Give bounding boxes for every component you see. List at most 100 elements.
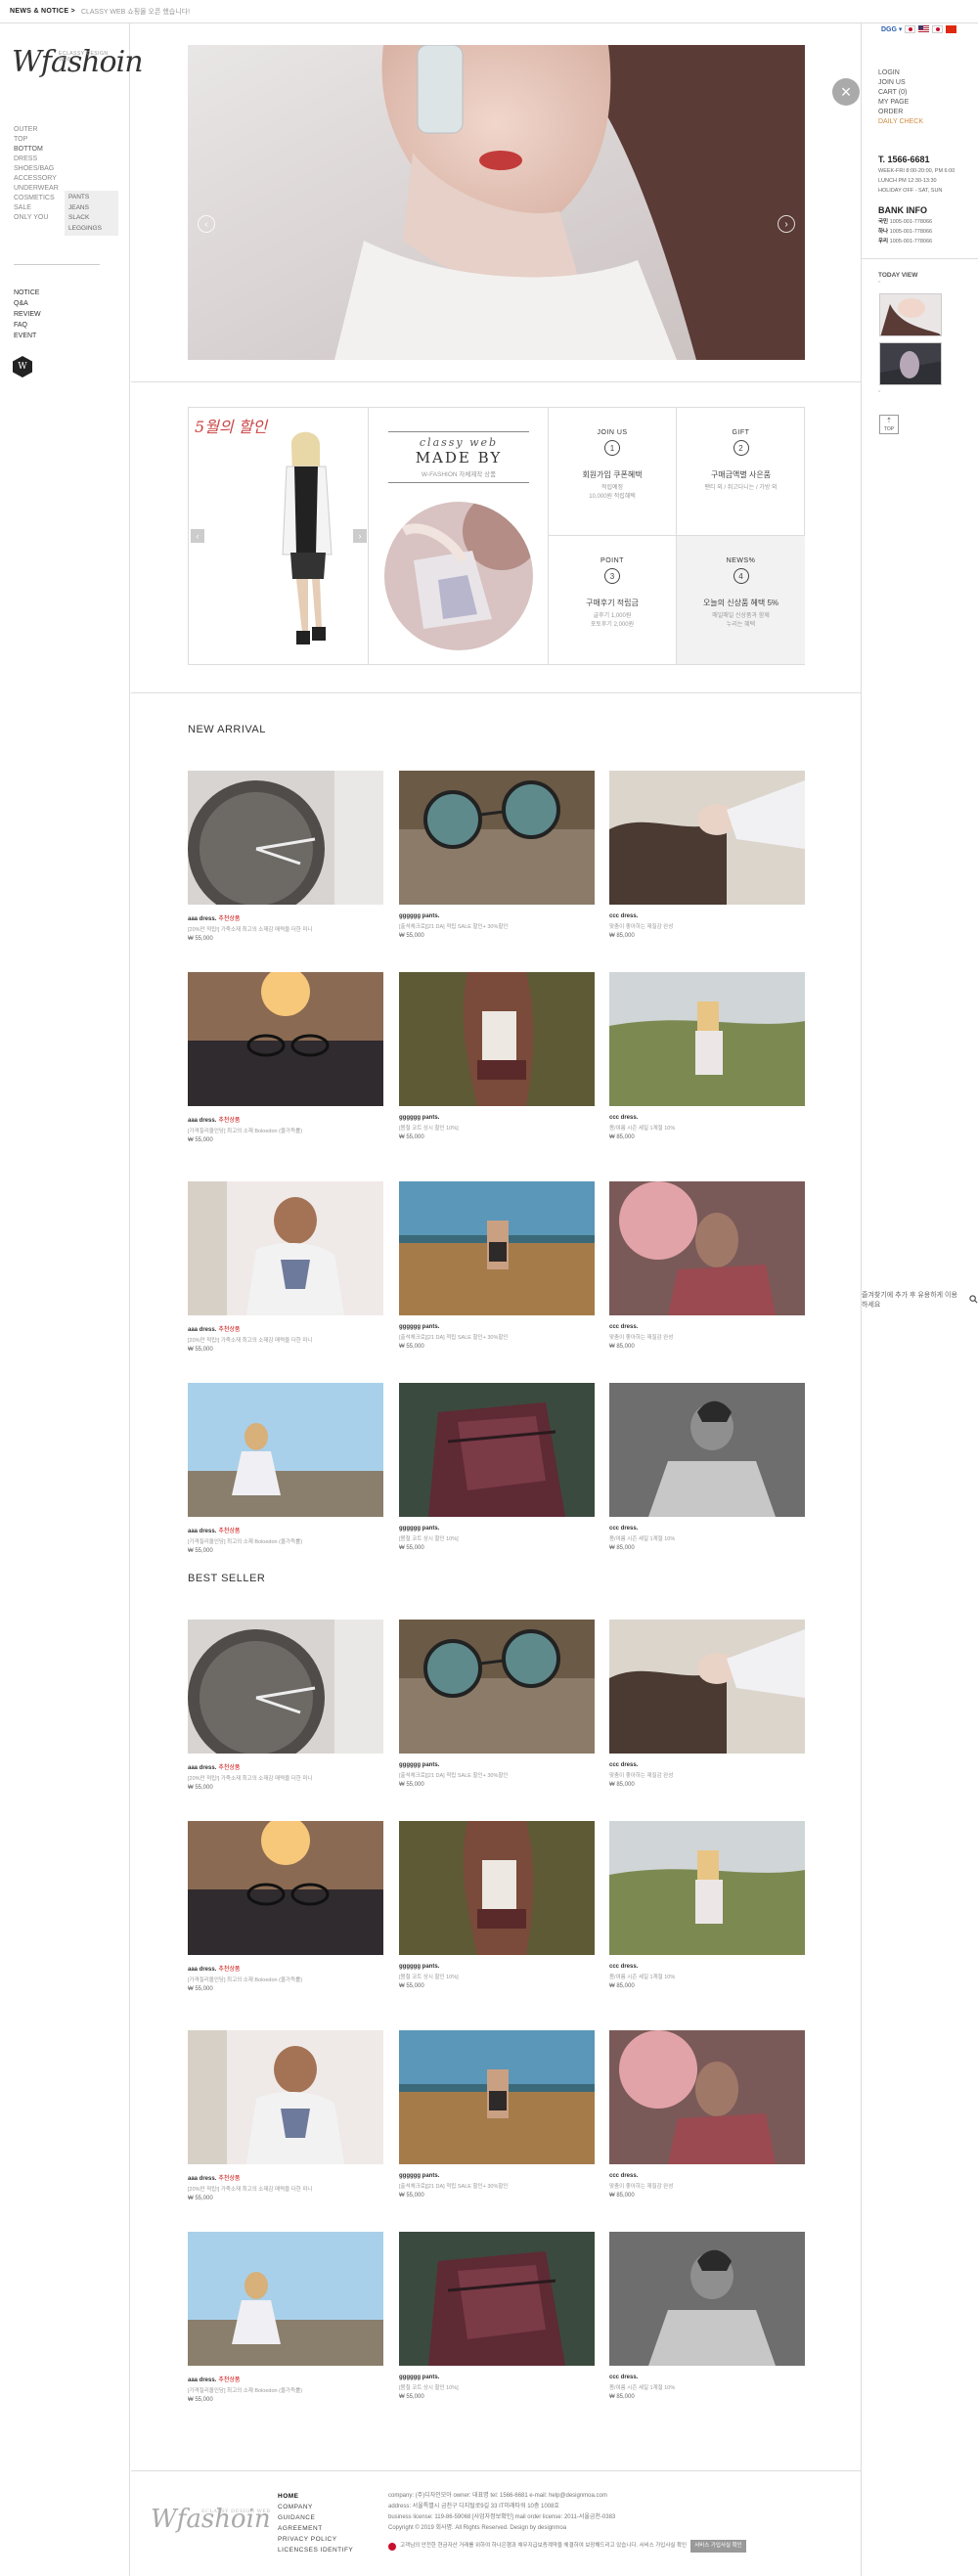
login-link[interactable]: LOGIN <box>878 68 923 78</box>
product-name[interactable]: gggggg pants. <box>399 1964 595 1970</box>
submenu-item-jeans[interactable]: JEANS <box>68 203 114 214</box>
product-image[interactable] <box>399 1620 595 1754</box>
product-name[interactable]: ccc dress. <box>609 913 805 919</box>
product-name[interactable]: ccc dress. <box>609 2173 805 2179</box>
board-item-event[interactable]: EVENT <box>14 331 41 341</box>
brand-logo[interactable]: Wfashoin ECLASSY DESIGN WEB <box>12 45 144 84</box>
language-dropdown[interactable]: DGG ▾ <box>881 25 902 33</box>
product-name[interactable]: aaa dress. 추천상품 <box>188 1762 383 1771</box>
footer-link-guidance[interactable]: GUIDANCE <box>278 2512 353 2523</box>
product-card[interactable]: aaa dress. 추천상품 [20%만 적립!] 가죽소재 최고의 소재감 매력… <box>188 1620 383 1835</box>
product-name[interactable]: gggggg pants. <box>399 1115 595 1121</box>
category-item-outer[interactable]: OUTER <box>14 125 67 135</box>
product-name[interactable]: gggggg pants. <box>399 1324 595 1330</box>
footer-logo[interactable]: Wfashoin ECLASSY DESIGN WEB <box>151 2505 271 2534</box>
made-by-banner[interactable]: classy web MADE BY W-FASHION 자체제작 상품 <box>369 408 549 664</box>
product-card[interactable]: aaa dress. 추천상품 [가격질리올인당] 최고의 소재 Boloedon … <box>188 1383 383 1598</box>
product-image[interactable] <box>188 1181 383 1315</box>
join-us-box[interactable]: JOIN US 1 회원가입 쿠폰혜택 적립예정 10,000원 적립혜택 <box>549 408 677 536</box>
product-card[interactable]: aaa dress. 추천상품 [가격질리올인당] 최고의 소재 Boloedon … <box>188 2232 383 2447</box>
category-item-cosmetics[interactable]: COSMETICS <box>14 194 67 203</box>
footer-link-licenses[interactable]: LICENCSES IDENTIFY <box>278 2545 353 2555</box>
product-card[interactable]: aaa dress. 추천상품 [20%만 적립!] 가죽소재 최고의 소재감 매력… <box>188 1181 383 1397</box>
product-name[interactable]: ccc dress. <box>609 1115 805 1121</box>
submenu-item-pants[interactable]: PANTS <box>68 193 114 203</box>
recent-item-thumb[interactable] <box>879 293 942 336</box>
flag-korea-icon[interactable] <box>905 25 916 33</box>
submenu-item-slack[interactable]: SLACK <box>68 213 114 224</box>
board-item-qna[interactable]: Q&A <box>14 298 41 309</box>
product-image[interactable] <box>399 1383 595 1517</box>
board-item-review[interactable]: REVIEW <box>14 309 41 320</box>
promo-model-banner[interactable]: 5월의 할인 ‹ › <box>189 408 369 664</box>
category-item-only-you[interactable]: ONLY YOU <box>14 213 67 223</box>
product-card[interactable]: ccc dress. 봄/여름 시즌 세일 1계절 10% ₩ 85,000 <box>609 1383 805 1598</box>
product-card[interactable]: aaa dress. 추천상품 [가격질리올인당] 최고의 소재 Boloedon … <box>188 972 383 1187</box>
product-image[interactable] <box>399 972 595 1106</box>
recent-item-thumb[interactable] <box>879 342 942 385</box>
product-name[interactable]: ccc dress. <box>609 1526 805 1532</box>
escrow-check-button[interactable]: 서비스 가입사실 확인 <box>690 2540 746 2553</box>
product-card[interactable]: ccc dress. 맞춤이 좋아하는 재질감 완성 ₩ 85,000 <box>609 771 805 986</box>
footer-link-agreement[interactable]: AGREEMENT <box>278 2523 353 2534</box>
product-name[interactable]: ccc dress. <box>609 1964 805 1970</box>
w-badge-icon[interactable]: W <box>13 356 32 378</box>
product-image[interactable] <box>609 771 805 905</box>
order-link[interactable]: ORDER <box>878 108 923 117</box>
product-name[interactable]: aaa dress. 추천상품 <box>188 1526 383 1534</box>
my-page-link[interactable]: MY PAGE <box>878 98 923 108</box>
product-card[interactable]: ccc dress. 맞춤이 좋아하는 재질감 완성 ₩ 85,000 <box>609 1181 805 1397</box>
category-item-top[interactable]: TOP <box>14 135 67 145</box>
product-image[interactable] <box>399 1181 595 1315</box>
product-image[interactable] <box>188 972 383 1106</box>
product-card[interactable]: ccc dress. 봄/여름 시즌 세일 1계절 10% ₩ 85,000 <box>609 2232 805 2447</box>
product-card[interactable]: ccc dress. 봄/여름 시즌 세일 1계절 10% ₩ 85,000 <box>609 1821 805 2036</box>
product-card[interactable]: ccc dress. 맞춤이 좋아하는 재질감 완성 ₩ 85,000 <box>609 2030 805 2245</box>
product-name[interactable]: aaa dress. 추천상품 <box>188 1115 383 1124</box>
product-card[interactable]: ccc dress. 맞춤이 좋아하는 재질감 완성 ₩ 85,000 <box>609 1620 805 1835</box>
news-box[interactable]: NEWS% 4 오늘의 신상품 혜택 5% 매일매일 신상품과 함께 누리는 혜… <box>677 536 805 664</box>
product-card[interactable]: gggggg pants. [출석체크로][21 DA] 적립 SALE 할인+ … <box>399 2030 595 2245</box>
flag-japan-icon[interactable] <box>932 25 944 33</box>
product-name[interactable]: aaa dress. 추천상품 <box>188 2375 383 2383</box>
product-image[interactable] <box>188 1821 383 1955</box>
product-image[interactable] <box>188 771 383 905</box>
product-card[interactable]: gggggg pants. [출석체크로][21 DA] 적립 SALE 할인+ … <box>399 1181 595 1397</box>
product-image[interactable] <box>609 1181 805 1315</box>
product-image[interactable] <box>609 1620 805 1754</box>
category-item-accessory[interactable]: ACCESSORY <box>14 174 67 184</box>
product-card[interactable]: aaa dress. 추천상품 [20%만 적립!] 가죽소재 최고의 소재감 매력… <box>188 771 383 986</box>
product-image[interactable] <box>188 1383 383 1517</box>
flag-china-icon[interactable] <box>946 25 957 33</box>
daily-check-link[interactable]: DAILY CHECK <box>878 117 923 127</box>
product-image[interactable] <box>399 771 595 905</box>
board-item-notice[interactable]: NOTICE <box>14 288 41 298</box>
promo-next-button[interactable]: › <box>353 529 367 543</box>
product-name[interactable]: ccc dress. <box>609 2375 805 2380</box>
product-name[interactable]: gggggg pants. <box>399 1526 595 1532</box>
category-item-bottom[interactable]: BOTTOM <box>14 145 67 155</box>
board-item-faq[interactable]: FAQ <box>14 320 41 331</box>
product-card[interactable]: aaa dress. 추천상품 [가격질리올인당] 최고의 소재 Boloedon … <box>188 1821 383 2036</box>
product-card[interactable]: ccc dress. 봄/여름 시즌 세일 1계절 10% ₩ 85,000 <box>609 972 805 1187</box>
product-name[interactable]: ccc dress. <box>609 1324 805 1330</box>
product-image[interactable] <box>609 1821 805 1955</box>
product-name[interactable]: gggggg pants. <box>399 2375 595 2380</box>
footer-link-privacy[interactable]: PRIVACY POLICY <box>278 2534 353 2545</box>
product-image[interactable] <box>609 972 805 1106</box>
footer-link-home[interactable]: HOME <box>278 2491 353 2502</box>
product-image[interactable] <box>188 1620 383 1754</box>
product-name[interactable]: gggggg pants. <box>399 1762 595 1768</box>
close-icon[interactable]: × <box>832 78 860 106</box>
product-card[interactable]: aaa dress. 추천상품 [20%만 적립!] 가죽소재 최고의 소재감 매력… <box>188 2030 383 2245</box>
product-card[interactable]: gggggg pants. [봄철 코트 상시 할인 10%] ₩ 55,000 <box>399 1383 595 1598</box>
product-image[interactable] <box>609 2030 805 2164</box>
slider-next-button[interactable]: › <box>778 215 795 233</box>
product-name[interactable]: aaa dress. 추천상품 <box>188 1324 383 1333</box>
promo-prev-button[interactable]: ‹ <box>191 529 204 543</box>
category-item-underwear[interactable]: UNDERWEAR <box>14 184 67 194</box>
product-image[interactable] <box>188 2232 383 2366</box>
product-image[interactable] <box>609 2232 805 2366</box>
chevron-down-icon[interactable]: ˇ <box>878 391 880 398</box>
category-item-shoes-bag[interactable]: SHOES/BAG <box>14 164 67 174</box>
